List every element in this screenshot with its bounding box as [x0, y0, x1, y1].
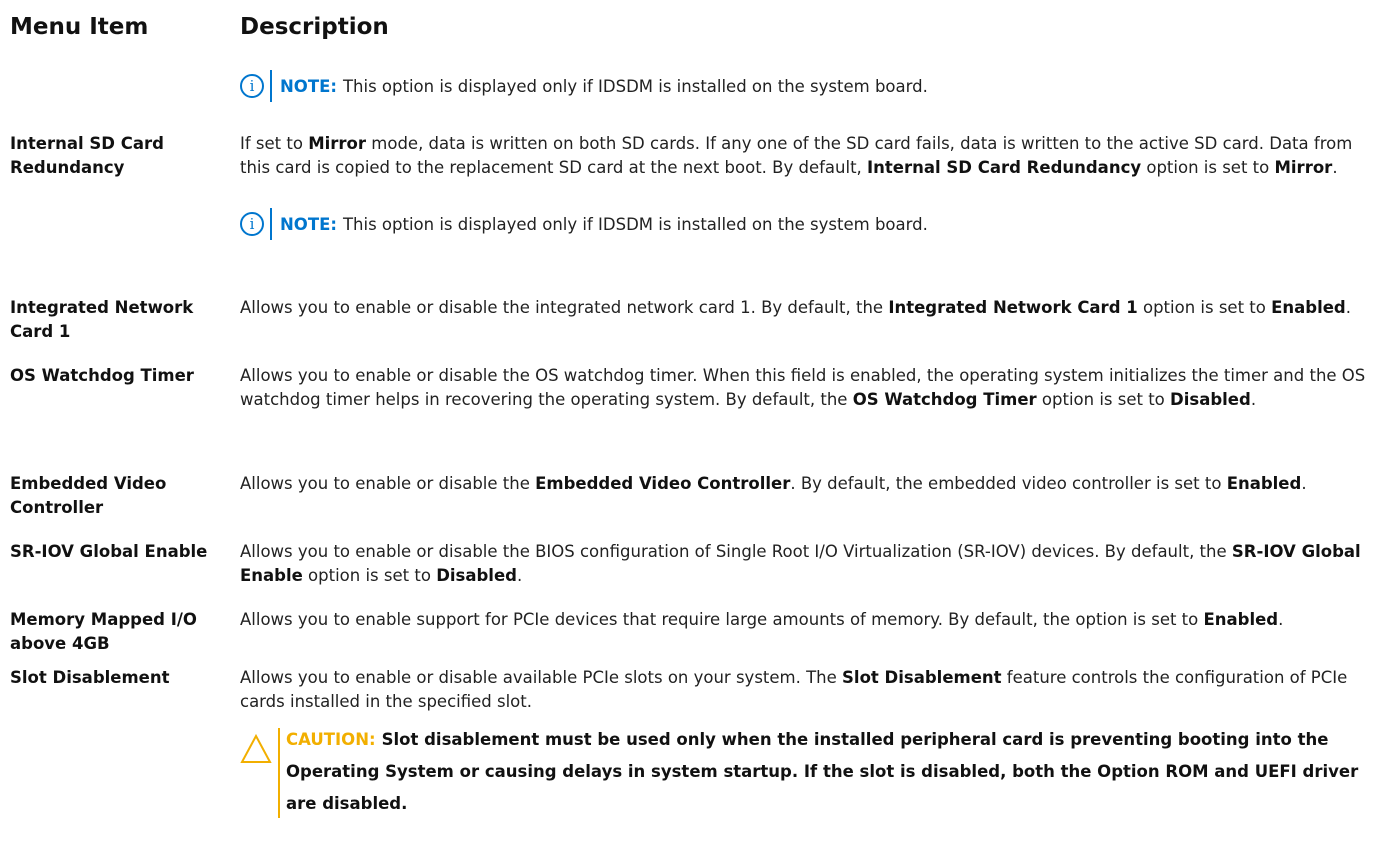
- description-internal-sd-card-redundancy: If set to Mirror mode, data is written o…: [240, 134, 1353, 177]
- bold-term: Internal SD Card Redundancy: [867, 158, 1142, 177]
- caution-divider: [278, 728, 280, 818]
- bold-term: Enabled: [1226, 474, 1302, 493]
- info-circle-icon: i: [240, 212, 264, 236]
- bold-term: Embedded Video Controller: [535, 474, 791, 493]
- info-circle-icon: i: [240, 74, 264, 98]
- bold-term: Disabled: [1170, 390, 1251, 409]
- menu-item-slot-disablement: Slot Disablement: [10, 668, 170, 687]
- menu-item-internal-sd-card-redundancy: Internal SD Card Redundancy: [10, 134, 164, 177]
- bold-term: Mirror: [308, 134, 367, 153]
- idsdm-note: i NOTE: This option is displayed only if…: [240, 208, 928, 240]
- bold-term: Mirror: [1274, 158, 1333, 177]
- bold-term: Integrated Network Card 1: [888, 298, 1138, 317]
- bold-term: Slot Disablement: [842, 668, 1002, 687]
- note-divider: [270, 70, 272, 102]
- caution-label: CAUTION:: [286, 730, 376, 749]
- description-sr-iov-global-enable: Allows you to enable or disable the BIOS…: [240, 542, 1361, 585]
- description-os-watchdog-timer: Allows you to enable or disable the OS w…: [240, 366, 1366, 409]
- bold-term: OS Watchdog Timer: [852, 390, 1037, 409]
- idsdm-note: i NOTE: This option is displayed only if…: [240, 70, 928, 102]
- description-slot-disablement: Allows you to enable or disable availabl…: [240, 668, 1348, 711]
- menu-item-os-watchdog-timer: OS Watchdog Timer: [10, 366, 194, 385]
- menu-item-memory-mapped-io-above-4gb: Memory Mapped I/O above 4GB: [10, 610, 197, 653]
- note-divider: [270, 208, 272, 240]
- note-text: This option is displayed only if IDSDM i…: [342, 76, 928, 96]
- column-header-description: Description: [240, 14, 389, 40]
- note-label: NOTE:: [280, 214, 337, 234]
- bold-term: Disabled: [436, 566, 517, 585]
- caution-text: Slot disablement must be used only when …: [286, 730, 1359, 813]
- description-memory-mapped-io-above-4gb: Allows you to enable support for PCIe de…: [240, 610, 1284, 629]
- menu-item-integrated-network-card-1: Integrated Network Card 1: [10, 298, 194, 341]
- note-text: This option is displayed only if IDSDM i…: [342, 214, 928, 234]
- caution-text-block: CAUTION: Slot disablement must be used on…: [286, 724, 1366, 820]
- warning-triangle-icon: [240, 734, 272, 763]
- bold-term: SR-IOV Global Enable: [240, 542, 1361, 585]
- bold-term: Enabled: [1203, 610, 1279, 629]
- bold-term: Enabled: [1271, 298, 1346, 317]
- description-embedded-video-controller: Allows you to enable or disable the Embe…: [240, 474, 1307, 493]
- column-header-menu-item: Menu Item: [10, 14, 149, 40]
- menu-item-sr-iov-global-enable: SR-IOV Global Enable: [10, 542, 208, 561]
- note-label: NOTE:: [280, 76, 337, 96]
- description-integrated-network-card-1: Allows you to enable or disable the inte…: [240, 298, 1351, 317]
- menu-item-embedded-video-controller: Embedded Video Controller: [10, 474, 167, 517]
